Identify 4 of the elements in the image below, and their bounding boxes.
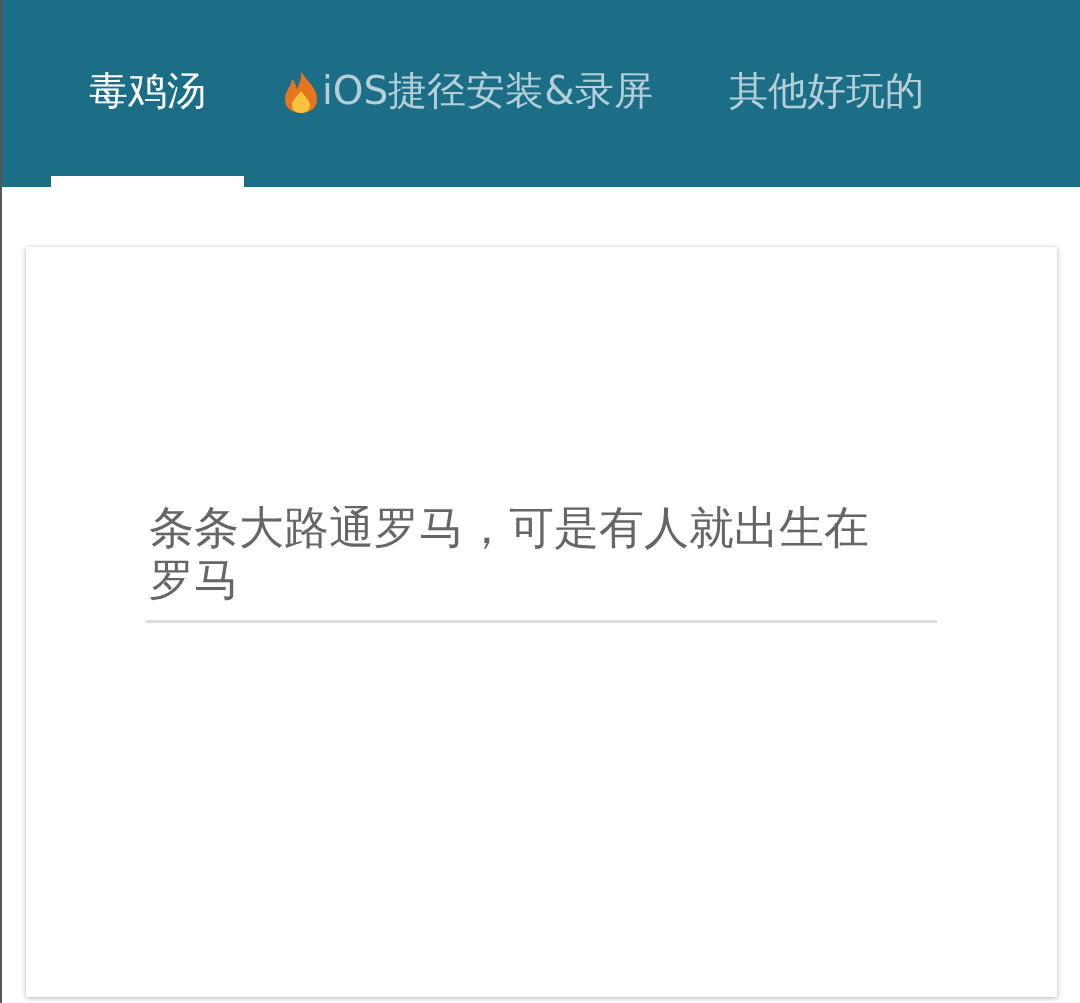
tab[interactable]: iOS捷径安装&录屏 bbox=[244, 0, 691, 187]
tab[interactable]: 毒鸡汤 bbox=[51, 0, 244, 187]
tab[interactable]: 其他好玩的 bbox=[690, 0, 962, 187]
text-field[interactable]: 条条大路通罗马，可是有人就出生在罗马 bbox=[146, 502, 937, 624]
